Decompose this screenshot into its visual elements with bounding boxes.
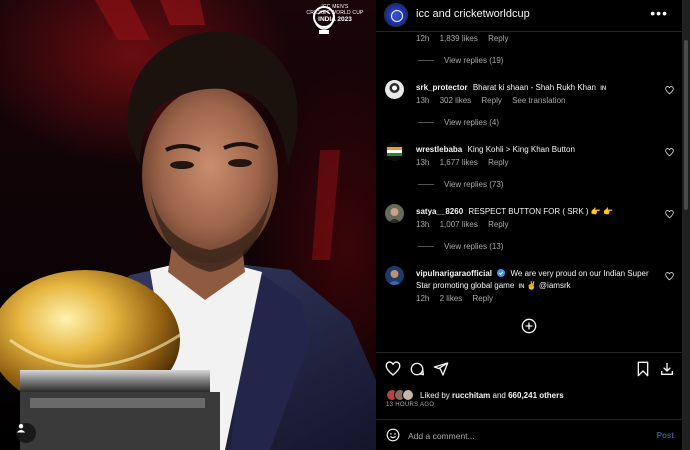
comment-likes[interactable]: 302 likes: [440, 96, 472, 105]
comment-icon[interactable]: [409, 361, 425, 377]
view-replies-link[interactable]: View replies (4): [418, 118, 499, 127]
avatar[interactable]: [385, 204, 404, 223]
reply-link[interactable]: Reply: [488, 220, 508, 229]
comment-likes[interactable]: 1,007 likes: [440, 220, 478, 229]
comment-body: vipulnarigaraofficial We are very proud …: [416, 268, 656, 293]
download-icon[interactable]: [659, 361, 675, 377]
comment-likes[interactable]: 1,677 likes: [440, 158, 478, 167]
tagged-users-button[interactable]: [16, 423, 36, 443]
reply-link[interactable]: Reply: [481, 96, 501, 105]
comment-likes[interactable]: 2 likes: [440, 294, 463, 303]
comment-username[interactable]: satya__8260: [416, 207, 463, 216]
scrollbar-thumb[interactable]: [684, 40, 688, 210]
comment-text: King Kohli > King Khan Button: [467, 145, 575, 154]
flag-india-icon: IN: [518, 284, 525, 290]
trophy-logo-icon: [313, 6, 335, 34]
bookmark-icon[interactable]: [635, 361, 651, 377]
avatar[interactable]: [402, 389, 414, 401]
post-actions: Liked by rucchitam and 660,241 others 13…: [376, 352, 682, 450]
comment-meta: 13h 1,677 likes Reply: [416, 158, 517, 167]
avatar[interactable]: [385, 266, 404, 285]
comment-time: 12h: [416, 294, 430, 303]
post-button[interactable]: Post: [657, 431, 674, 440]
user-tag-icon: [16, 424, 26, 433]
comment-meta: 12h 2 likes Reply: [416, 294, 501, 303]
post-side-panel: icc and cricketworldcup ••• 12h 1,839 li…: [376, 0, 682, 450]
srk-trophy-photo: [0, 0, 376, 450]
see-translation-link[interactable]: See translation: [512, 96, 565, 105]
world-cup-logo: ICC MEN'S CRICKET WORLD CUP INDIA 2023: [306, 4, 364, 34]
comment-text: RESPECT BUTTON FOR ( SRK ) 👉 👉: [468, 207, 613, 216]
comment-time: 13h: [416, 158, 430, 167]
liked-by-user-link[interactable]: rucchitam: [452, 391, 490, 400]
heart-icon[interactable]: [665, 272, 674, 281]
avatar[interactable]: [384, 3, 408, 27]
post-image[interactable]: ICC MEN'S CRICKET WORLD CUP INDIA 2023: [0, 0, 376, 450]
more-horizontal-icon[interactable]: •••: [650, 5, 668, 21]
view-replies-link[interactable]: View replies (13): [418, 242, 503, 251]
comment-time: 13h: [416, 220, 430, 229]
reply-link[interactable]: Reply: [488, 34, 508, 43]
comment-meta: 13h 1,007 likes Reply: [416, 220, 517, 229]
comment-username[interactable]: wrestlebaba: [416, 145, 462, 154]
liked-by-row: Liked by rucchitam and 660,241 others: [386, 389, 564, 401]
heart-icon[interactable]: [665, 210, 674, 219]
load-more-comments-icon[interactable]: [521, 318, 537, 334]
avatar[interactable]: [385, 80, 404, 99]
comment-meta: 12h 1,839 likes Reply: [416, 34, 517, 43]
scrollbar[interactable]: [682, 0, 690, 450]
comment-composer: Post: [376, 419, 682, 450]
reply-link[interactable]: Reply: [473, 294, 493, 303]
flag-india-icon: IN: [600, 86, 607, 92]
heart-icon[interactable]: [665, 148, 674, 157]
verified-badge-icon: [497, 269, 506, 277]
comment-input[interactable]: [408, 428, 638, 444]
emoji-icon[interactable]: [386, 428, 400, 442]
comment-time: 12h: [416, 34, 430, 43]
comment-body: wrestlebaba King Kohli > King Khan Butto…: [416, 144, 656, 156]
reply-link[interactable]: Reply: [488, 158, 508, 167]
liked-by-others-link[interactable]: 660,241 others: [508, 391, 564, 400]
post-timestamp[interactable]: 13 HOURS AGO: [386, 402, 434, 408]
comment-likes[interactable]: 1,839 likes: [440, 34, 478, 43]
post-header: icc and cricketworldcup •••: [376, 0, 682, 32]
comment-username[interactable]: vipulnarigaraofficial: [416, 269, 492, 278]
view-replies-link[interactable]: View replies (19): [418, 56, 503, 65]
comment-text: Bharat ki shaan - Shah Rukh Khan: [472, 83, 596, 92]
heart-icon[interactable]: [385, 361, 401, 377]
view-replies-link[interactable]: View replies (73): [418, 180, 503, 189]
liked-by-text: Liked by rucchitam and 660,241 others: [420, 390, 564, 400]
comment-time: 13h: [416, 96, 430, 105]
comment-body: satya__8260 RESPECT BUTTON FOR ( SRK ) 👉…: [416, 206, 656, 218]
heart-icon[interactable]: [665, 86, 674, 95]
comment-text-mention[interactable]: ✌️ @iamsrk: [527, 281, 571, 290]
comment-username[interactable]: srk_protector: [416, 83, 468, 92]
comments-list[interactable]: 12h 1,839 likes Reply View replies (19) …: [376, 32, 682, 352]
post-author-title[interactable]: icc and cricketworldcup: [416, 8, 530, 20]
send-icon[interactable]: [433, 361, 449, 377]
comment-meta: 13h 302 likes Reply See translation: [416, 96, 573, 105]
comment-body: srk_protector Bharat ki shaan - Shah Ruk…: [416, 82, 656, 95]
avatar[interactable]: [385, 142, 404, 161]
